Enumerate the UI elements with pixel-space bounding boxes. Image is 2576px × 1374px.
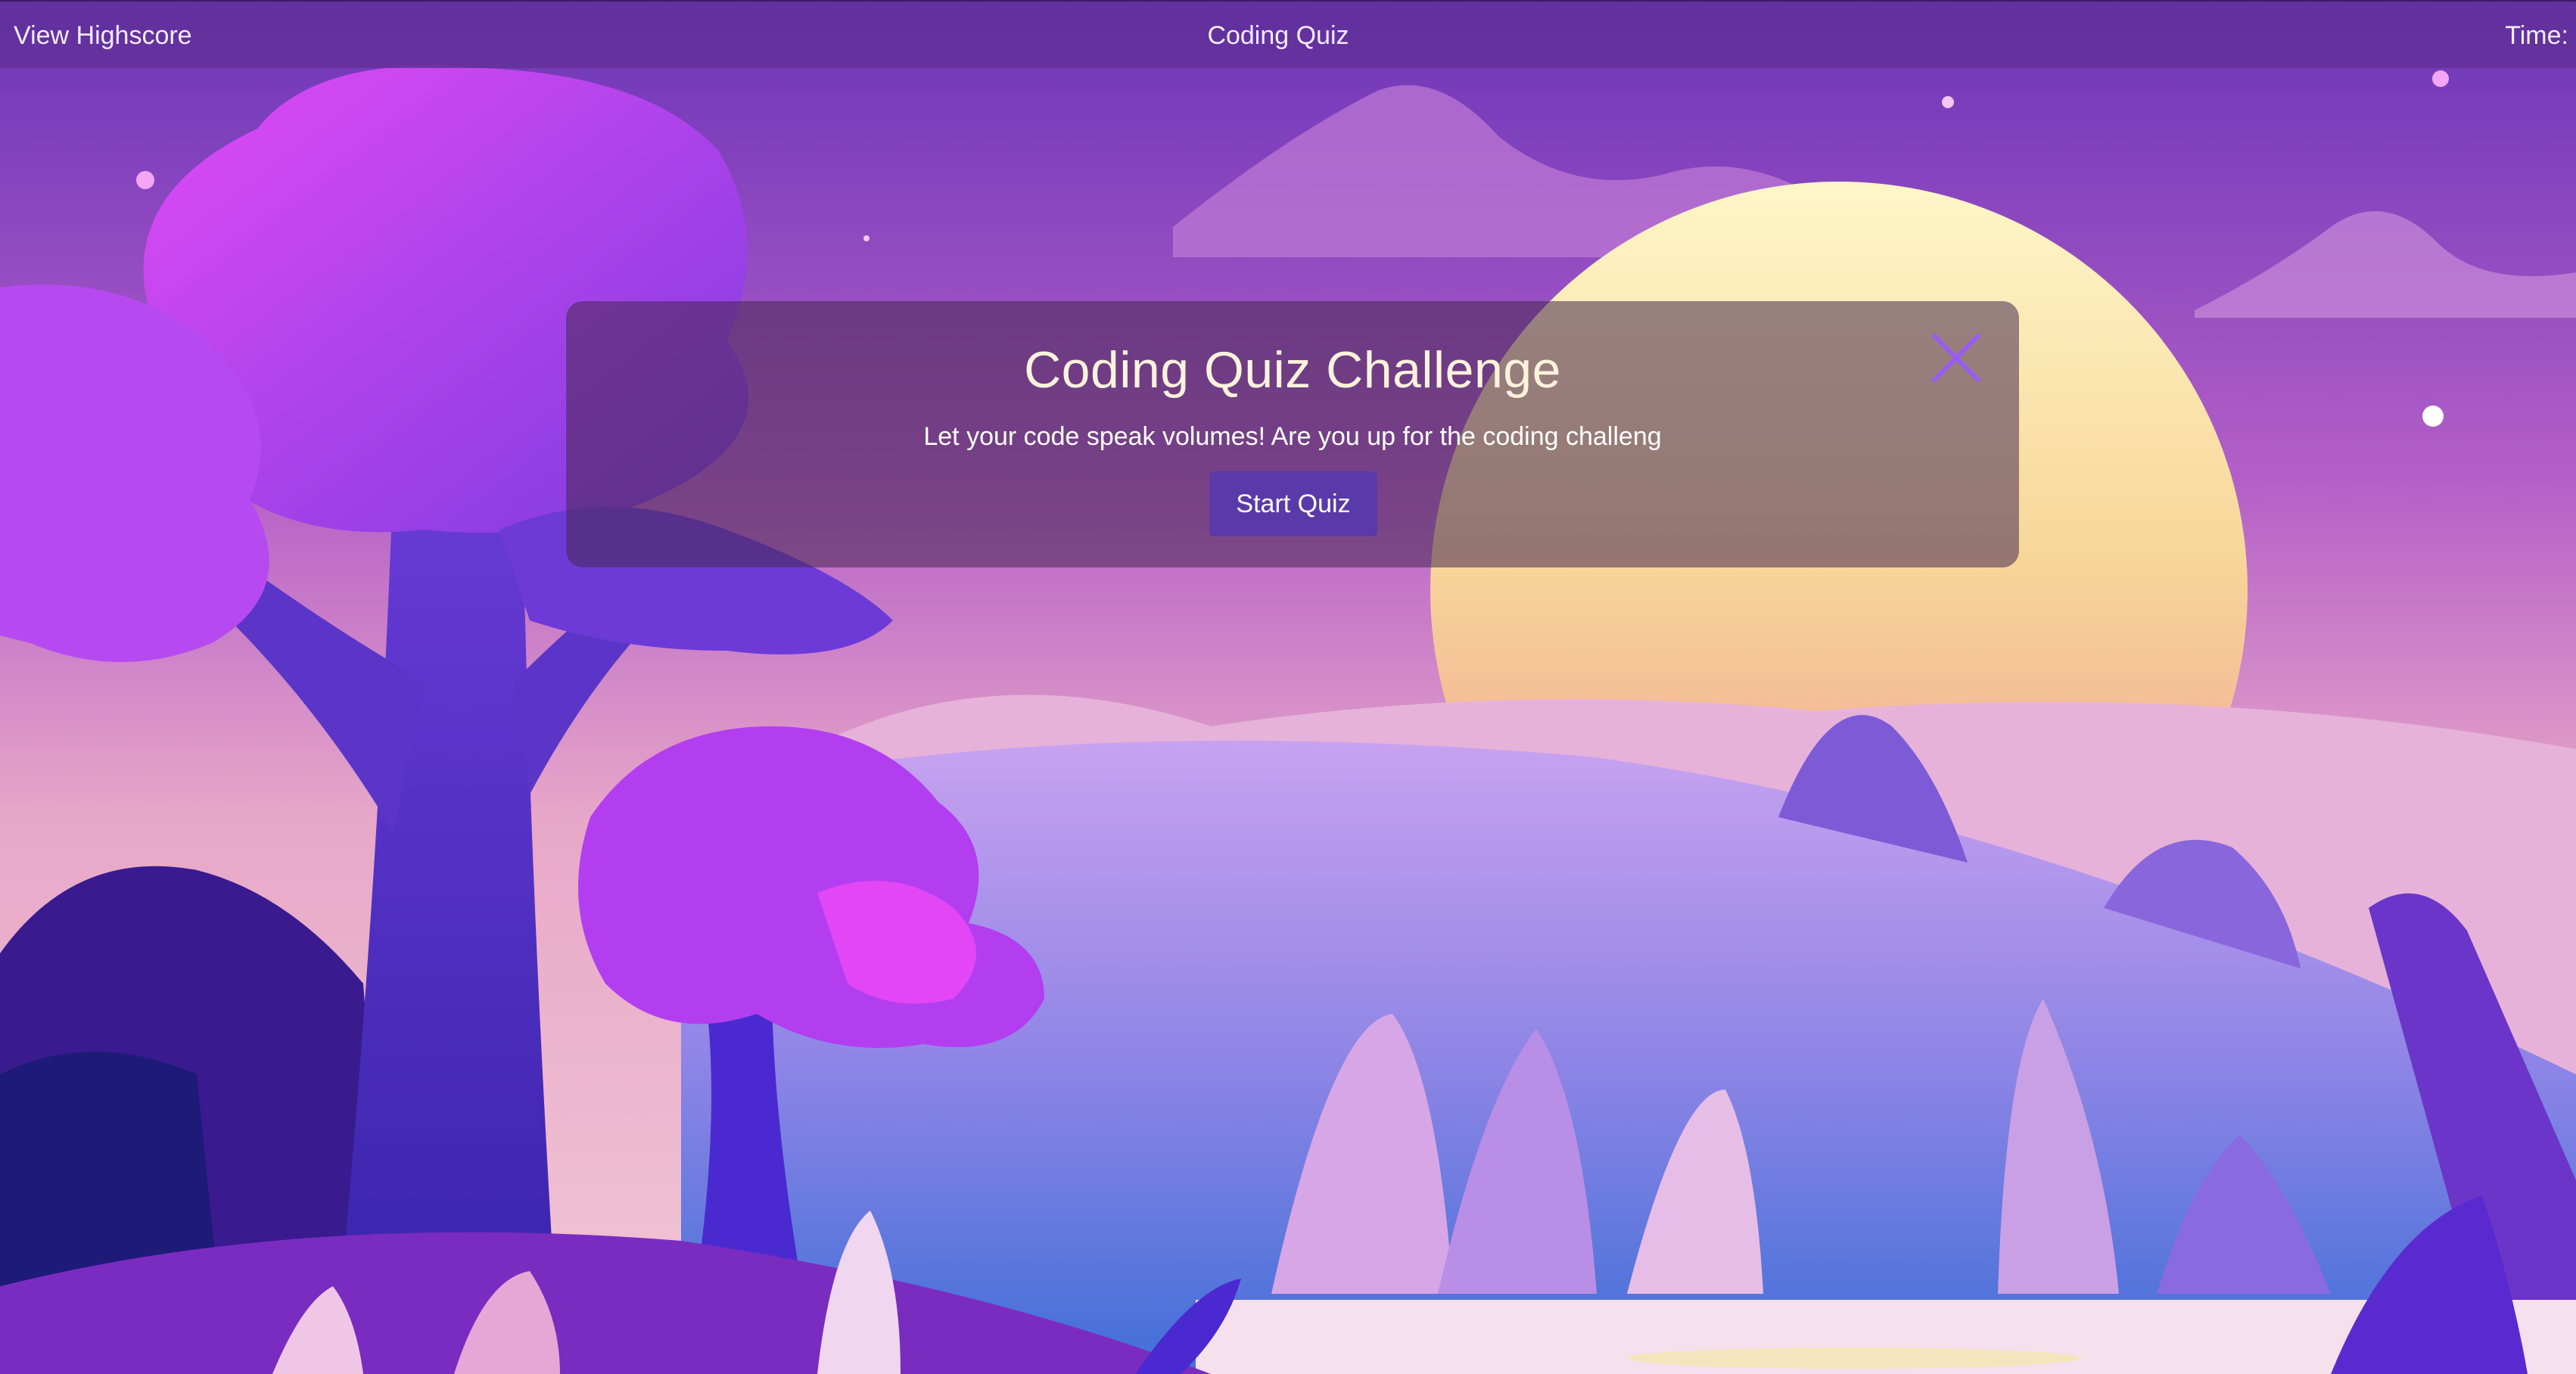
- modal-description: Let your code speak volumes! Are you up …: [923, 422, 1662, 451]
- modal-title: Coding Quiz Challenge: [1024, 341, 1561, 399]
- background-illustration: [0, 0, 2576, 1374]
- app-title: Coding Quiz: [1207, 21, 1349, 50]
- start-modal: Coding Quiz Challenge Let your code spea…: [566, 301, 2019, 567]
- close-icon-graphic: [1932, 334, 1980, 382]
- top-bar: View Highscore Coding Quiz Time:: [0, 0, 2576, 68]
- close-icon[interactable]: [1931, 333, 1981, 383]
- start-quiz-button[interactable]: Start Quiz: [1209, 471, 1377, 536]
- timer-label: Time:: [2505, 21, 2568, 50]
